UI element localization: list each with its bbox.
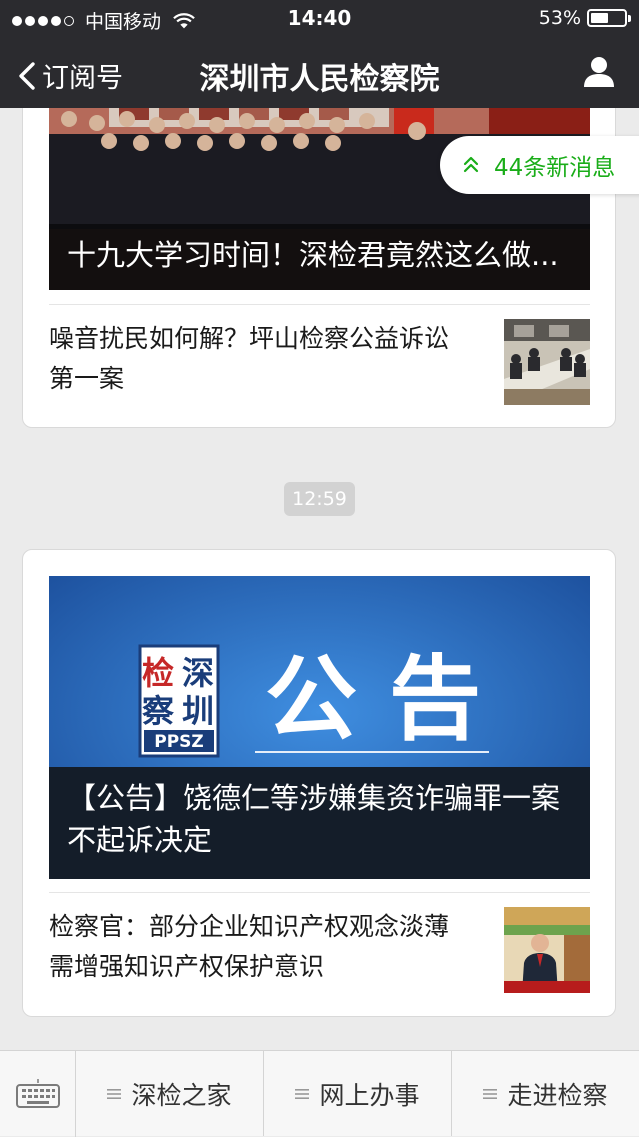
battery-percent: 53% bbox=[538, 7, 581, 29]
back-label: 订阅号 bbox=[42, 63, 123, 94]
article-hero[interactable]: 检 深 察 圳 PPSZ 公 告 【公告】饶德仁等涉嫌集资诈骗罪一案不起诉决定 bbox=[49, 576, 590, 879]
article-headline: 【公告】饶德仁等涉嫌集资诈骗罪一案不起诉决定 bbox=[49, 767, 590, 879]
chevron-left-icon bbox=[19, 61, 35, 90]
bottom-menu-bar: 深检之家 网上办事 走进检察 bbox=[0, 1050, 639, 1137]
new-messages-label: 44条新消息 bbox=[494, 155, 616, 181]
menu-item-online-services[interactable]: 网上办事 bbox=[264, 1051, 452, 1136]
logo-char-2: 深 bbox=[182, 654, 214, 692]
status-right: 53% bbox=[538, 7, 631, 29]
article-thumbnail bbox=[504, 907, 590, 993]
article-title: 检察官：部分企业知识产权观念淡薄 需增强知识产权保护意识 bbox=[49, 912, 450, 981]
menu-lines-icon bbox=[483, 1088, 498, 1099]
menu-lines-icon bbox=[295, 1088, 310, 1099]
article-headline: 十九大学习时间！深检君竟然这么做... bbox=[49, 224, 590, 290]
back-button[interactable]: 订阅号 bbox=[16, 56, 123, 95]
menu-item-label: 深检之家 bbox=[131, 1080, 232, 1110]
message-timestamp: 12:59 bbox=[284, 482, 355, 516]
menu-item-label: 走进检察 bbox=[507, 1080, 608, 1110]
status-bar: 中国移动 14:40 53% bbox=[0, 0, 639, 38]
article-card: 检 深 察 圳 PPSZ 公 告 【公告】饶德仁等涉嫌集资诈骗罪一案不起诉决定 … bbox=[22, 549, 616, 1017]
banner-text: 公 告 bbox=[265, 645, 481, 753]
keyboard-icon bbox=[16, 1079, 60, 1108]
nav-bar: 订阅号 深圳市人民检察院 bbox=[0, 38, 639, 108]
double-chevron-up-icon bbox=[463, 156, 479, 173]
menu-item-about[interactable]: 走进检察 bbox=[452, 1051, 639, 1136]
message-list[interactable]: 十九大学习时间！深检君竟然这么做... 噪音扰民如何解？坪山检察公益诉讼第一案 bbox=[0, 108, 639, 1050]
article-list-item[interactable]: 检察官：部分企业知识产权观念淡薄 需增强知识产权保护意识 bbox=[49, 892, 590, 1001]
keyboard-toggle-button[interactable] bbox=[0, 1051, 76, 1137]
logo-caption: PPSZ bbox=[154, 732, 204, 752]
menu-item-home[interactable]: 深检之家 bbox=[76, 1051, 264, 1136]
article-title: 噪音扰民如何解？坪山检察公益诉讼第一案 bbox=[49, 324, 450, 393]
new-messages-button[interactable]: 44条新消息 bbox=[440, 136, 639, 194]
menu-lines-icon bbox=[107, 1088, 122, 1099]
article-list-item[interactable]: 噪音扰民如何解？坪山检察公益诉讼第一案 bbox=[49, 304, 590, 413]
article-thumbnail bbox=[504, 319, 590, 405]
profile-icon[interactable] bbox=[581, 54, 617, 90]
logo-char-1: 检 bbox=[142, 654, 174, 692]
logo-char-3: 察 bbox=[142, 692, 174, 730]
battery-icon bbox=[587, 9, 631, 27]
menu-item-label: 网上办事 bbox=[319, 1080, 420, 1110]
logo-char-4: 圳 bbox=[182, 692, 214, 730]
